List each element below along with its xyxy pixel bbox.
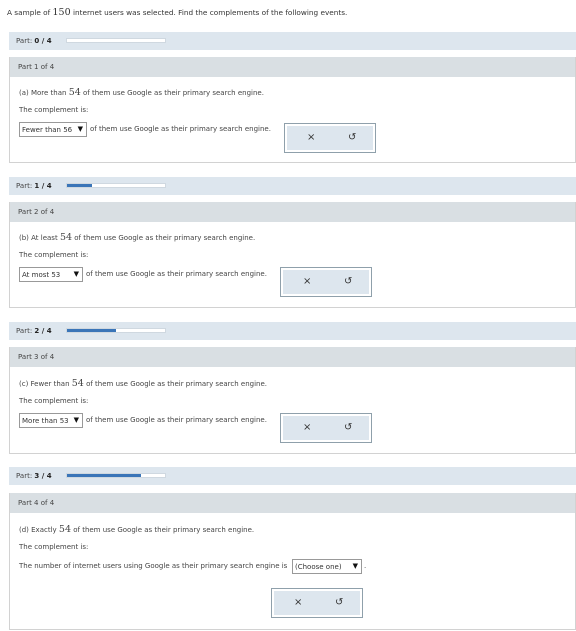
answer-actions: × ↺ bbox=[284, 123, 376, 153]
complement-label: The complement is: bbox=[19, 106, 89, 114]
answer-actions: × ↺ bbox=[280, 413, 372, 443]
chevron-down-icon: ▼ bbox=[73, 270, 79, 278]
close-icon[interactable]: × bbox=[303, 276, 311, 287]
question-text: (a) More than 54 of them use Google as t… bbox=[19, 87, 264, 98]
complement-label: The complement is: bbox=[19, 397, 89, 405]
chevron-down-icon: ▼ bbox=[77, 125, 83, 133]
progress-count: 0 / 4 bbox=[34, 37, 52, 45]
answer-prefix: The number of internet users using Googl… bbox=[19, 562, 288, 570]
part-title: Part 3 of 4 bbox=[10, 347, 575, 367]
progress-fill bbox=[67, 329, 116, 332]
progress-count: 2 / 4 bbox=[34, 327, 52, 335]
progress-track bbox=[66, 473, 166, 478]
question-text: (b) At least 54 of them use Google as th… bbox=[19, 232, 256, 243]
answer-actions: × ↺ bbox=[280, 267, 372, 297]
part-title: Part 4 of 4 bbox=[10, 493, 575, 513]
progress-track bbox=[66, 183, 166, 188]
question-panel: Part 3 of 4 (c) Fewer than 54 of them us… bbox=[9, 347, 576, 454]
intro-text: A sample of bbox=[7, 8, 53, 17]
progress-fill bbox=[67, 184, 92, 187]
answer-suffix: of them use Google as their primary sear… bbox=[86, 416, 267, 424]
undo-icon[interactable]: ↺ bbox=[335, 597, 343, 608]
close-icon[interactable]: × bbox=[294, 597, 302, 608]
close-icon[interactable]: × bbox=[303, 422, 311, 433]
answer-suffix: of them use Google as their primary sear… bbox=[86, 270, 267, 278]
complement-select[interactable]: (Choose one) ▼ bbox=[292, 559, 362, 574]
complement-select[interactable]: Fewer than 56 ▼ bbox=[19, 122, 87, 137]
answer-suffix: of them use Google as their primary sear… bbox=[90, 125, 271, 133]
progress-count: 3 / 4 bbox=[34, 472, 52, 480]
complement-label: The complement is: bbox=[19, 543, 89, 551]
instructions: A sample of 150 internet users was selec… bbox=[7, 7, 347, 18]
part-progress-bar: Part: 2 / 4 bbox=[9, 322, 576, 340]
part-title: Part 1 of 4 bbox=[10, 57, 575, 77]
progress-fill bbox=[67, 474, 141, 477]
complement-label: The complement is: bbox=[19, 251, 89, 259]
progress-track bbox=[66, 38, 166, 43]
part-progress-bar: Part: 1 / 4 bbox=[9, 177, 576, 195]
chevron-down-icon: ▼ bbox=[352, 562, 358, 570]
chevron-down-icon: ▼ bbox=[73, 416, 79, 424]
question-text: (d) Exactly 54 of them use Google as the… bbox=[19, 524, 255, 535]
answer-actions: × ↺ bbox=[271, 588, 363, 618]
question-panel: Part 4 of 4 (d) Exactly 54 of them use G… bbox=[9, 493, 576, 630]
progress-count: 1 / 4 bbox=[34, 182, 52, 190]
part-title: Part 2 of 4 bbox=[10, 202, 575, 222]
complement-select[interactable]: At most 53 ▼ bbox=[19, 267, 83, 282]
question-panel: Part 2 of 4 (b) At least 54 of them use … bbox=[9, 202, 576, 308]
intro-text-end: internet users was selected. Find the co… bbox=[70, 8, 348, 17]
undo-icon[interactable]: ↺ bbox=[348, 132, 356, 143]
undo-icon[interactable]: ↺ bbox=[344, 422, 352, 433]
part-progress-bar: Part: 0 / 4 bbox=[9, 32, 576, 50]
undo-icon[interactable]: ↺ bbox=[344, 276, 352, 287]
close-icon[interactable]: × bbox=[307, 132, 315, 143]
complement-select[interactable]: More than 53 ▼ bbox=[19, 413, 83, 428]
sample-size: 150 bbox=[52, 7, 71, 18]
answer-suffix: . bbox=[364, 562, 367, 570]
progress-track bbox=[66, 328, 166, 333]
question-text: (c) Fewer than 54 of them use Google as … bbox=[19, 378, 268, 389]
part-progress-bar: Part: 3 / 4 bbox=[9, 467, 576, 485]
question-panel: Part 1 of 4 (a) More than 54 of them use… bbox=[9, 57, 576, 163]
